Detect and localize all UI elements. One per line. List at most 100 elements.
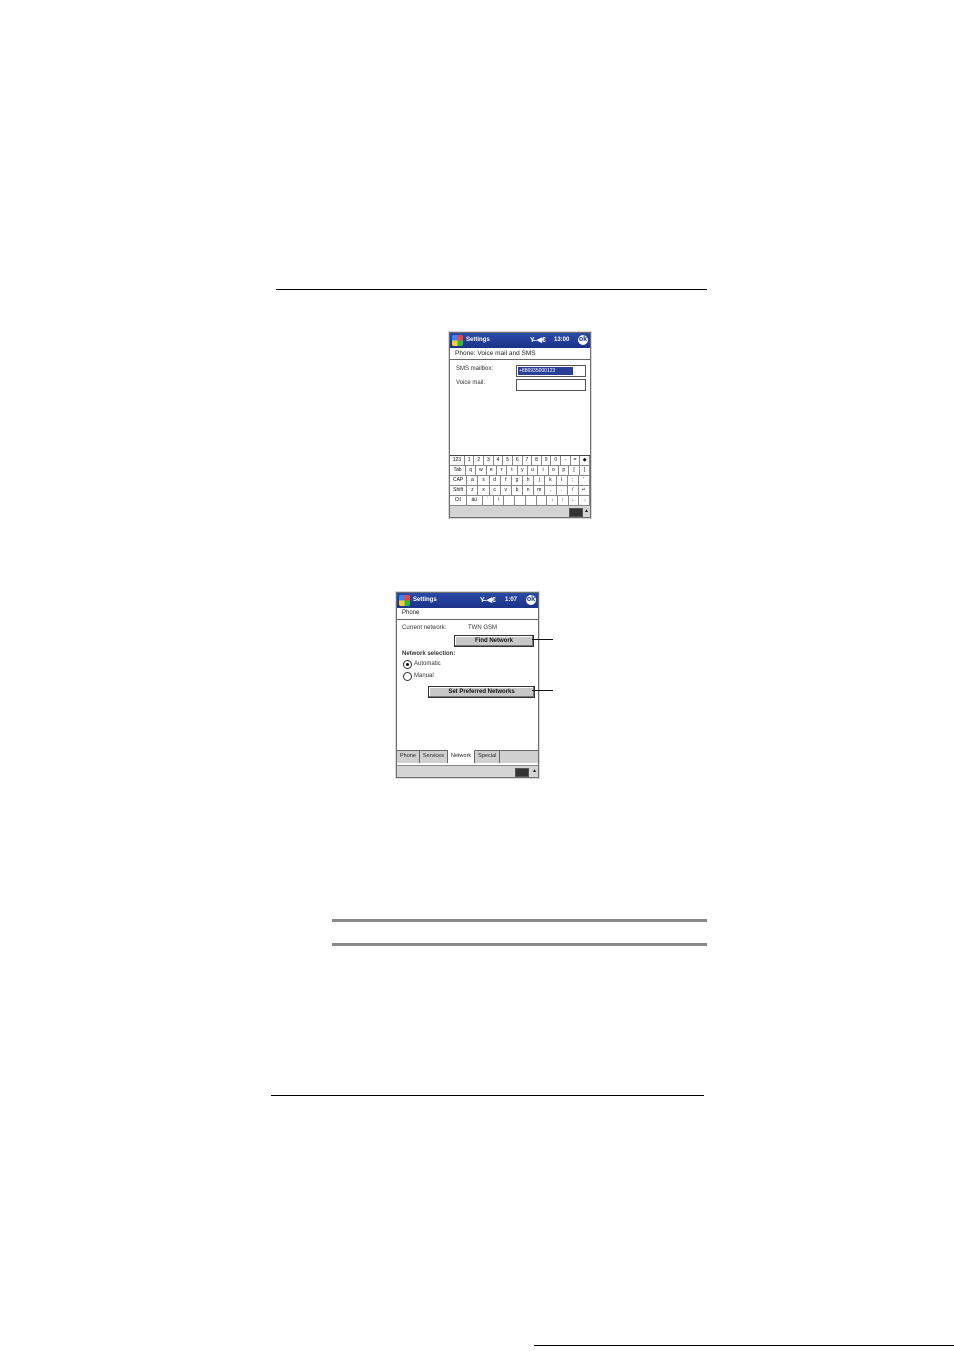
keyboard-key[interactable]: CAP: [450, 476, 468, 485]
keyboard-key[interactable]: 1: [465, 456, 475, 465]
keyboard-key[interactable]: l: [557, 476, 568, 485]
keyboard-key[interactable]: 8: [532, 456, 542, 465]
note-rule-top: [332, 919, 707, 922]
screen-network: Settings Y̶ ◀€ 1:07 ok Phone Current net…: [396, 592, 539, 778]
keyboard-key[interactable]: z: [467, 486, 479, 495]
keyboard-key[interactable]: v: [501, 486, 512, 495]
keyboard-key[interactable]: →: [579, 496, 590, 505]
set-preferred-networks-button[interactable]: Set Preferred Networks: [428, 686, 535, 698]
automatic-radio[interactable]: [403, 660, 412, 669]
keyboard-key[interactable]: h: [523, 476, 535, 485]
keyboard-key[interactable]: [: [569, 466, 580, 475]
keyboard-key[interactable]: d: [490, 476, 501, 485]
keyboard-key[interactable]: ;: [568, 476, 579, 485]
keyboard-key[interactable]: \: [494, 496, 505, 505]
keyboard-key[interactable]: 6: [513, 456, 523, 465]
keyboard-key[interactable]: Shift: [450, 486, 468, 495]
keyboard-key[interactable]: áü: [467, 496, 484, 505]
keyboard-key[interactable]: 5: [503, 456, 513, 465]
soft-keyboard: 123 1 2 3 4 5 6 7 8 9 0- = ◆ Tab q w e r t y u i o p[] CAP a s d f g h…: [450, 455, 590, 506]
keyboard-key[interactable]: ←: [569, 496, 580, 505]
keyboard-key[interactable]: [504, 496, 516, 505]
title-bar: Settings Y̶ ◀€ 1:07 ok: [397, 593, 538, 608]
tab-special[interactable]: Special: [475, 751, 501, 763]
keyboard-key[interactable]: [537, 496, 548, 505]
clock[interactable]: 13:00: [554, 337, 569, 343]
ok-button[interactable]: ok: [526, 595, 536, 605]
tab-services[interactable]: Services: [420, 751, 448, 763]
keyboard-key[interactable]: s: [478, 476, 490, 485]
keyboard-key[interactable]: ': [579, 476, 590, 485]
keyboard-key[interactable]: ◆: [580, 456, 590, 465]
keyboard-key[interactable]: b: [512, 486, 524, 495]
keyboard-row: Shift z x c v b n m,. / ↵: [450, 486, 590, 496]
sip-arrow-icon[interactable]: ▲: [532, 768, 537, 774]
keyboard-key[interactable]: o: [549, 466, 560, 475]
keyboard-key[interactable]: 4: [494, 456, 504, 465]
keyboard-key[interactable]: e: [487, 466, 497, 475]
start-menu-icon[interactable]: [452, 335, 463, 346]
tab-network[interactable]: Network: [448, 750, 476, 763]
keyboard-key[interactable]: Tab: [450, 466, 466, 475]
app-title: Settings: [413, 597, 437, 603]
keyboard-row: 123 1 2 3 4 5 6 7 8 9 0- = ◆: [450, 456, 590, 466]
start-menu-icon[interactable]: [399, 595, 410, 606]
keyboard-key[interactable]: 7: [523, 456, 533, 465]
keyboard-key[interactable]: 0: [551, 456, 562, 465]
keyboard-key[interactable]: k: [545, 476, 557, 485]
sip-arrow-icon[interactable]: ▲: [584, 508, 589, 514]
keyboard-key[interactable]: n: [523, 486, 535, 495]
keyboard-key[interactable]: p: [559, 466, 570, 475]
clock[interactable]: 1:07: [505, 597, 517, 603]
manual-radio[interactable]: [403, 672, 412, 681]
keyboard-key[interactable]: r: [497, 466, 508, 475]
keyboard-key[interactable]: [526, 496, 537, 505]
ok-button[interactable]: ok: [578, 335, 588, 345]
current-network-label: Current network:: [402, 625, 447, 631]
keyboard-key[interactable]: =: [571, 456, 581, 465]
keyboard-key[interactable]: j: [534, 476, 546, 485]
keyboard-key[interactable]: 2: [474, 456, 485, 465]
keyboard-key[interactable]: w: [476, 466, 487, 475]
keyboard-icon[interactable]: [515, 768, 529, 777]
keyboard-key[interactable]: -: [561, 456, 571, 465]
keyboard-key[interactable]: /: [568, 486, 579, 495]
network-selection-label: Network selection:: [402, 651, 456, 657]
sms-mailbox-value: +886935000123: [518, 367, 573, 375]
keyboard-key[interactable]: x: [478, 486, 490, 495]
callout-line-set-preferred: [532, 690, 553, 691]
keyboard-key[interactable]: [515, 496, 526, 505]
keyboard-key[interactable]: t: [507, 466, 518, 475]
find-network-button[interactable]: Find Network: [454, 635, 534, 647]
connectivity-volume-icons[interactable]: Y̶ ◀€: [530, 336, 546, 344]
keyboard-key[interactable]: 9: [542, 456, 552, 465]
keyboard-key[interactable]: .: [557, 486, 568, 495]
current-network-value: TWN GSM: [468, 625, 497, 631]
keyboard-key[interactable]: y: [518, 466, 528, 475]
sms-mailbox-input[interactable]: +886935000123: [516, 365, 586, 377]
page-header: Phone: [402, 610, 420, 616]
keyboard-key[interactable]: 123: [450, 456, 465, 465]
keyboard-key[interactable]: Ctl: [450, 496, 467, 505]
keyboard-key[interactable]: ↑: [558, 496, 569, 505]
keyboard-key[interactable]: m: [534, 486, 546, 495]
keyboard-key[interactable]: ,: [545, 486, 557, 495]
keyboard-key[interactable]: i: [538, 466, 549, 475]
connectivity-volume-icons[interactable]: Y̶ ◀€: [480, 596, 496, 604]
automatic-label: Automatic: [414, 661, 441, 667]
keyboard-key[interactable]: q: [466, 466, 477, 475]
keyboard-key[interactable]: g: [512, 476, 524, 485]
keyboard-key[interactable]: 3: [484, 456, 494, 465]
keyboard-key[interactable]: ↵: [579, 486, 590, 495]
keyboard-key[interactable]: f: [501, 476, 512, 485]
keyboard-key[interactable]: ]: [580, 466, 590, 475]
keyboard-key[interactable]: a: [467, 476, 479, 485]
keyboard-key[interactable]: `: [483, 496, 494, 505]
keyboard-key[interactable]: ↓: [547, 496, 558, 505]
tab-phone[interactable]: Phone: [397, 751, 420, 763]
voice-mail-input[interactable]: [516, 379, 586, 391]
keyboard-key[interactable]: c: [490, 486, 501, 495]
keyboard-key[interactable]: u: [528, 466, 539, 475]
keyboard-icon[interactable]: [569, 508, 583, 517]
keyboard-row: Tab q w e r t y u i o p[]: [450, 466, 590, 476]
